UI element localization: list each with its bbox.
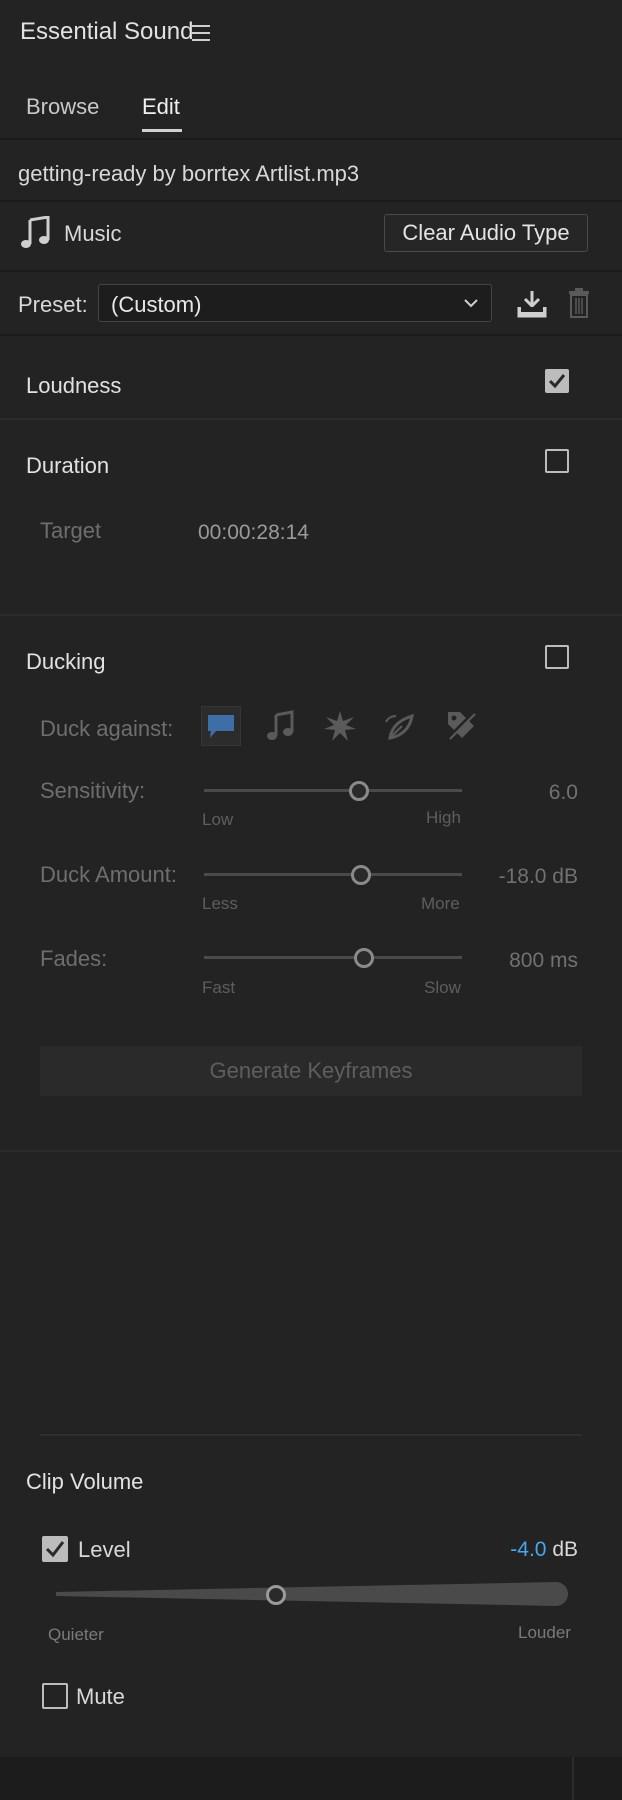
duck-amount-slider-thumb[interactable] [351, 865, 372, 885]
music-note-icon [21, 216, 50, 248]
duck-amount-min-label: Less [202, 894, 238, 913]
panel-bottom-bar [0, 1757, 622, 1800]
duck-untagged-icon[interactable] [444, 708, 478, 742]
fades-track [204, 956, 462, 959]
level-readout[interactable]: -4.0 dB [510, 1538, 578, 1562]
fades-label: Fades: [40, 946, 108, 971]
duration-checkbox[interactable] [545, 449, 569, 473]
hamburger-menu-icon[interactable] [192, 25, 210, 41]
level-slider-track[interactable] [54, 1578, 570, 1610]
duck-amount-label: Duck Amount: [40, 862, 177, 887]
tab-browse[interactable]: Browse [26, 94, 99, 120]
checkmark-icon [45, 1541, 65, 1558]
sensitivity-max-label: High [426, 808, 461, 827]
quieter-label: Quieter [48, 1625, 104, 1644]
loudness-title: Loudness [26, 373, 122, 398]
generate-keyframes-button[interactable]: Generate Keyframes [40, 1046, 582, 1096]
ducking-checkbox[interactable] [545, 645, 569, 669]
duck-amount-max-label: More [421, 894, 460, 913]
sensitivity-track [204, 789, 462, 792]
save-preset-icon[interactable] [516, 289, 548, 319]
target-timecode[interactable]: 00:00:28:14 [198, 521, 309, 545]
divider [40, 1434, 582, 1436]
checkmark-icon [548, 374, 566, 389]
divider [0, 1150, 622, 1152]
preset-value: (Custom) [111, 292, 202, 317]
chevron-down-icon [464, 299, 478, 308]
mute-label: Mute [76, 1684, 125, 1709]
divider [0, 418, 622, 420]
divider [572, 1757, 574, 1800]
target-label: Target [40, 518, 102, 543]
preset-label: Preset: [18, 292, 88, 317]
fades-max-label: Slow [424, 978, 461, 997]
tab-edit[interactable]: Edit [142, 94, 180, 120]
divider [0, 334, 622, 336]
duck-sfx-icon[interactable] [323, 710, 357, 742]
sensitivity-slider-thumb[interactable] [348, 781, 369, 801]
clip-volume-title: Clip Volume [26, 1469, 144, 1494]
clip-filename: getting-ready by borrtex Artlist.mp3 [18, 161, 360, 186]
level-unit: dB [552, 1538, 578, 1561]
divider [0, 200, 622, 202]
loudness-checkbox[interactable] [545, 369, 569, 393]
sensitivity-label: Sensitivity: [40, 778, 146, 803]
audio-type-label: Music [64, 221, 122, 246]
duration-title: Duration [26, 453, 110, 478]
fades-slider-thumb[interactable] [353, 948, 374, 968]
level-label: Level [78, 1537, 131, 1562]
active-tab-indicator [142, 129, 182, 132]
divider [0, 270, 622, 272]
louder-label: Louder [518, 1623, 571, 1642]
level-checkbox[interactable] [42, 1536, 68, 1562]
level-value[interactable]: -4.0 [510, 1538, 546, 1561]
sensitivity-min-label: Low [202, 810, 234, 829]
mute-checkbox[interactable] [42, 1683, 68, 1709]
clear-audio-type-button[interactable]: Clear Audio Type [384, 214, 588, 252]
duck-ambience-icon[interactable] [382, 710, 416, 742]
duck-against-label: Duck against: [40, 716, 174, 741]
panel-title: Essential Sound [20, 18, 194, 45]
duck-amount-value[interactable]: -18.0 dB [499, 865, 578, 889]
fades-min-label: Fast [202, 978, 236, 997]
fades-value[interactable]: 800 ms [509, 949, 578, 973]
dialogue-icon [208, 715, 234, 738]
delete-preset-icon[interactable] [566, 287, 592, 319]
duck-amount-track [204, 873, 462, 876]
divider [0, 614, 622, 616]
duck-music-icon[interactable] [266, 710, 298, 742]
ducking-title: Ducking [26, 649, 106, 674]
sensitivity-value[interactable]: 6.0 [549, 781, 578, 805]
duck-dialogue-button[interactable] [201, 706, 241, 746]
preset-dropdown[interactable]: (Custom) [98, 284, 492, 322]
divider [0, 138, 622, 140]
